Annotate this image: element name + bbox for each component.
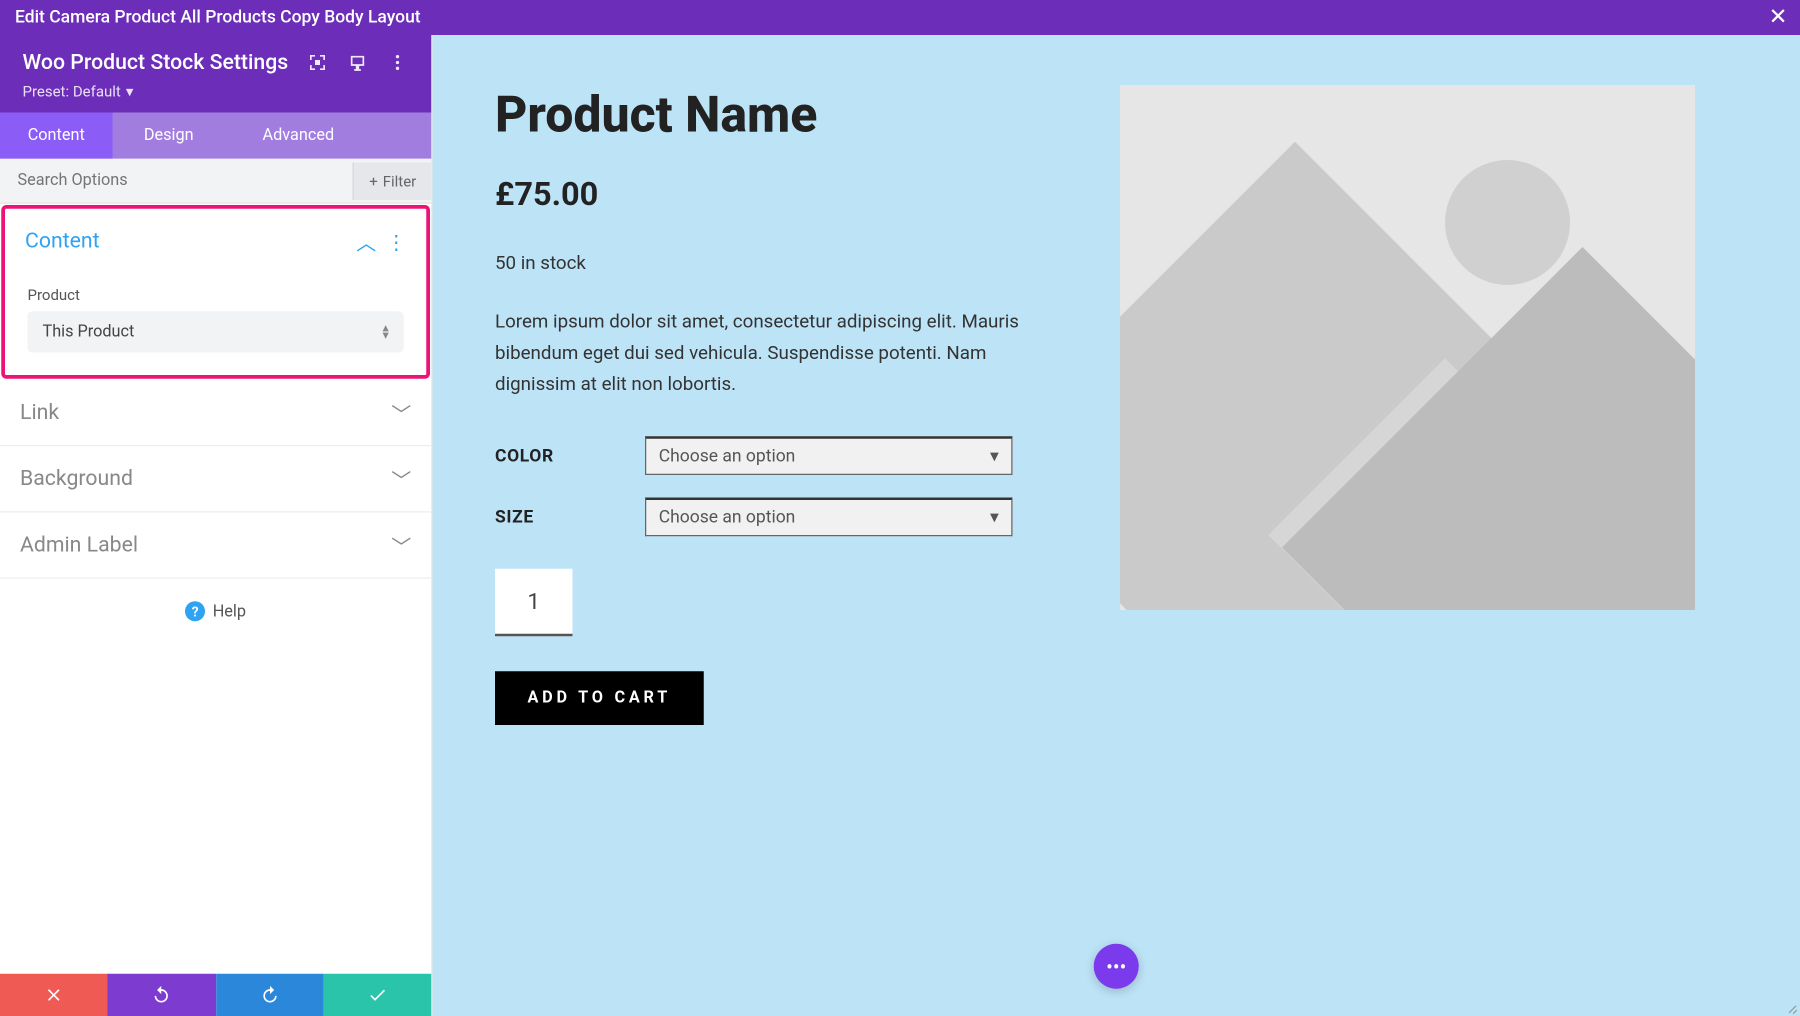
module-header: Woo Product Stock Settings Preset: Defau… <box>0 35 431 113</box>
product-stock: 50 in stock <box>495 251 1045 274</box>
settings-sidebar: Woo Product Stock Settings Preset: Defau… <box>0 35 433 1016</box>
help-icon: ? <box>185 601 205 621</box>
save-button[interactable] <box>323 974 431 1016</box>
responsive-icon[interactable] <box>346 51 369 74</box>
product-field-label: Product <box>28 286 404 304</box>
module-title: Woo Product Stock Settings <box>23 50 289 75</box>
cancel-button[interactable] <box>0 974 108 1016</box>
close-icon[interactable]: ✕ <box>1769 6 1788 29</box>
chevron-down-icon: ▾ <box>990 447 999 467</box>
chevron-down-icon: ▾ <box>126 83 134 101</box>
chevron-down-icon: ﹀ <box>391 464 411 494</box>
close-icon <box>44 985 64 1005</box>
size-select[interactable]: Choose an option ▾ <box>645 498 1013 537</box>
product-select[interactable]: This Product ▴▾ <box>28 311 404 352</box>
color-label: COLOR <box>495 446 645 466</box>
section-link-header[interactable]: Link ﹀ <box>0 380 431 446</box>
product-select-value: This Product <box>43 323 135 342</box>
section-menu-icon[interactable]: ⋮ <box>386 229 406 253</box>
search-input[interactable] <box>0 159 353 203</box>
footer-buttons <box>0 974 431 1016</box>
tab-content[interactable]: Content <box>0 113 113 159</box>
preview-canvas: Product Name £75.00 50 in stock Lorem ip… <box>433 35 1800 1016</box>
focus-icon[interactable] <box>306 51 329 74</box>
section-title: Admin Label <box>20 533 391 558</box>
filter-button[interactable]: + Filter <box>353 162 431 200</box>
chevron-down-icon: ▾ <box>990 508 999 528</box>
add-to-cart-button[interactable]: ADD TO CART <box>495 672 704 726</box>
tab-advanced[interactable]: Advanced <box>225 113 431 159</box>
section-content-body: Product This Product ▴▾ <box>5 274 426 375</box>
preset-label: Preset: Default <box>23 83 121 101</box>
dots-icon: ••• <box>1106 954 1126 978</box>
settings-tabs: Content Design Advanced <box>0 113 431 159</box>
resize-handle-icon[interactable] <box>1783 999 1798 1014</box>
section-admin-label-header[interactable]: Admin Label ﹀ <box>0 513 431 579</box>
chevron-down-icon: ﹀ <box>391 530 411 560</box>
redo-icon <box>260 985 280 1005</box>
undo-button[interactable] <box>108 974 216 1016</box>
section-title: Link <box>20 400 391 425</box>
preset-selector[interactable]: Preset: Default ▾ <box>23 83 409 101</box>
section-content-header[interactable]: Content ︿ ⋮ <box>5 209 426 274</box>
product-title: Product Name <box>495 85 1045 144</box>
color-select[interactable]: Choose an option ▾ <box>645 437 1013 476</box>
size-label: SIZE <box>495 507 645 527</box>
fab-more-button[interactable]: ••• <box>1094 944 1139 989</box>
product-price: £75.00 <box>495 176 1045 214</box>
search-row: + Filter <box>0 159 431 204</box>
chevron-up-icon: ︿ <box>356 226 376 256</box>
chevron-down-icon: ﹀ <box>391 398 411 428</box>
select-arrows-icon: ▴▾ <box>382 324 388 339</box>
quantity-input[interactable] <box>495 569 573 637</box>
undo-icon <box>152 985 172 1005</box>
redo-button[interactable] <box>216 974 324 1016</box>
section-title: Content <box>25 229 356 254</box>
more-icon[interactable] <box>386 51 409 74</box>
section-title: Background <box>20 466 391 491</box>
plus-icon: + <box>369 172 378 190</box>
check-icon <box>367 985 387 1005</box>
content-section-highlight: Content ︿ ⋮ Product This Product ▴▾ <box>1 205 430 379</box>
sections-list: Content ︿ ⋮ Product This Product ▴▾ Link… <box>0 204 431 974</box>
product-description: Lorem ipsum dolor sit amet, consectetur … <box>495 306 1045 399</box>
tab-design[interactable]: Design <box>113 113 226 159</box>
help-link[interactable]: ? Help <box>0 579 431 644</box>
product-image-placeholder <box>1120 85 1695 610</box>
section-background-header[interactable]: Background ﹀ <box>0 446 431 512</box>
title-bar: Edit Camera Product All Products Copy Bo… <box>0 0 1800 35</box>
title-bar-text: Edit Camera Product All Products Copy Bo… <box>15 8 421 28</box>
